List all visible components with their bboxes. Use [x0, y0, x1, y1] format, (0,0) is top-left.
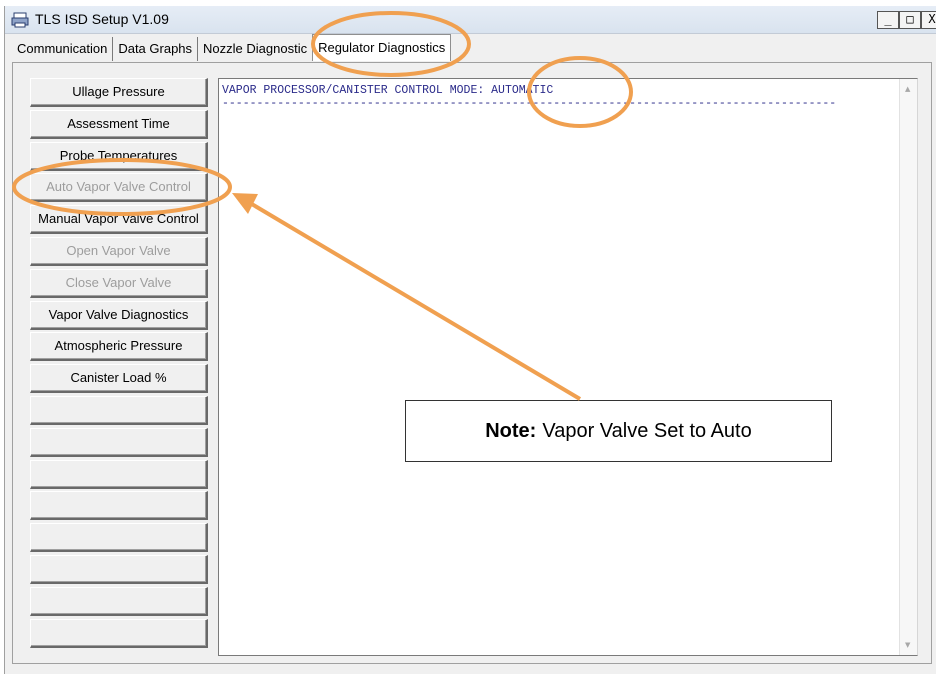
probe-temperatures-button[interactable]: Probe Temperatures [30, 141, 208, 171]
blank-button[interactable] [30, 491, 208, 521]
tab-regulator-diagnostics[interactable]: Regulator Diagnostics [312, 34, 452, 61]
auto-vapor-valve-control-button[interactable]: Auto Vapor Valve Control [30, 173, 208, 203]
command-button-list: Ullage Pressure Assessment Time Probe Te… [30, 78, 210, 650]
output-line-mode: VAPOR PROCESSOR/CANISTER CONTROL MODE: A… [222, 84, 554, 97]
output-line-separator: ----------------------------------------… [222, 97, 837, 110]
scroll-up-arrow-icon[interactable]: ▲ [905, 85, 910, 93]
output-text-area[interactable]: VAPOR PROCESSOR/CANISTER CONTROL MODE: A… [218, 78, 918, 656]
tab-data-graphs[interactable]: Data Graphs [113, 37, 199, 61]
title-bar: TLS ISD Setup V1.09 _ □ X [5, 6, 936, 34]
blank-button[interactable] [30, 427, 208, 457]
blank-button[interactable] [30, 586, 208, 616]
maximize-button[interactable]: □ [899, 11, 921, 29]
vapor-valve-diagnostics-button[interactable]: Vapor Valve Diagnostics [30, 300, 208, 330]
assessment-time-button[interactable]: Assessment Time [30, 109, 208, 139]
canister-load-button[interactable]: Canister Load % [30, 364, 208, 394]
minimize-button[interactable]: _ [877, 11, 899, 29]
window-title: TLS ISD Setup V1.09 [35, 11, 169, 27]
window-controls: _ □ X [877, 11, 936, 29]
blank-button[interactable] [30, 395, 208, 425]
annotation-note: Note: Vapor Valve Set to Auto [405, 400, 832, 462]
tab-nozzle-diagnostics[interactable]: Nozzle Diagnostic [198, 37, 312, 61]
scroll-down-arrow-icon[interactable]: ▼ [905, 641, 910, 649]
vertical-scrollbar[interactable]: ▲ ▼ [899, 79, 917, 655]
open-vapor-valve-button[interactable]: Open Vapor Valve [30, 236, 208, 266]
blank-button[interactable] [30, 554, 208, 584]
blank-button[interactable] [30, 459, 208, 489]
note-label: Note: [485, 419, 537, 442]
tab-communication[interactable]: Communication [12, 37, 114, 61]
note-text: Vapor Valve Set to Auto [542, 419, 752, 442]
manual-vapor-valve-control-button[interactable]: Manual Vapor Valve Control [30, 205, 208, 235]
blank-button[interactable] [30, 523, 208, 553]
ullage-pressure-button[interactable]: Ullage Pressure [30, 78, 208, 107]
printer-icon [11, 12, 29, 28]
atmospheric-pressure-button[interactable]: Atmospheric Pressure [30, 332, 208, 362]
close-button[interactable]: X [921, 11, 936, 29]
tab-bar: Communication Data Graphs Nozzle Diagnos… [12, 34, 452, 63]
blank-button[interactable] [30, 618, 208, 648]
close-vapor-valve-button[interactable]: Close Vapor Valve [30, 268, 208, 298]
